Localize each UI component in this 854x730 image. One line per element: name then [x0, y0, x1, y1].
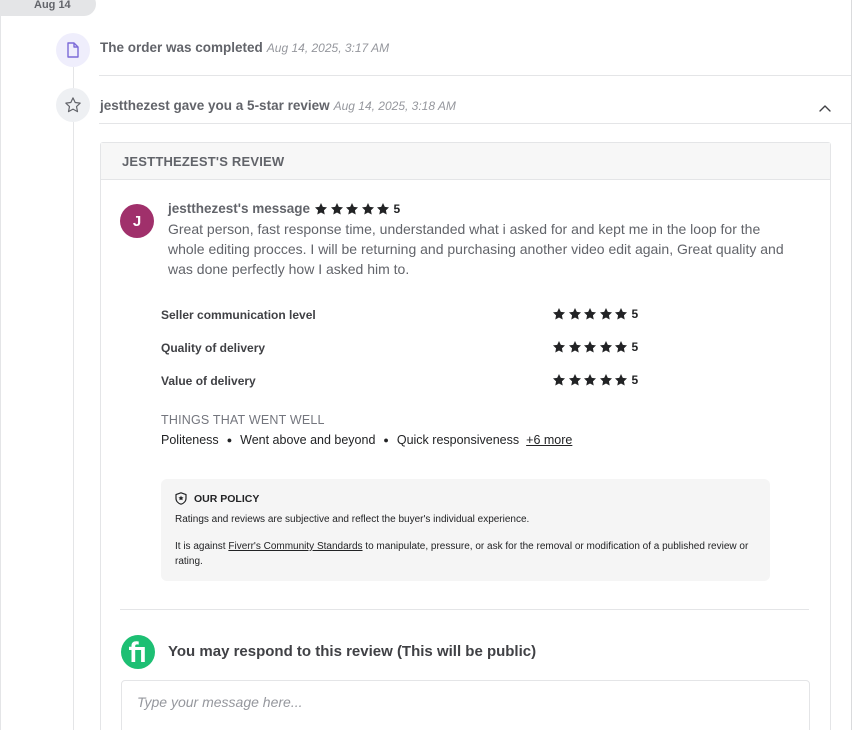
date-label: Aug 14 [34, 0, 71, 11]
policy-title-text: OUR POLICY [194, 492, 260, 505]
criteria-stars: 5 [552, 307, 638, 321]
date-separator: Aug 14 [0, 0, 96, 16]
criteria-stars: 5 [552, 373, 638, 387]
timeline-line [73, 66, 74, 730]
star-icon [376, 202, 390, 216]
policy-title: OUR POLICY [175, 492, 259, 505]
star-icon [583, 307, 597, 321]
criteria-rating: 5 [631, 373, 639, 387]
star-icon [568, 373, 582, 387]
star-icon [599, 307, 613, 321]
star-icon [314, 202, 328, 216]
went-well-list: Politeness ● Went above and beyond ● Qui… [161, 433, 572, 447]
criteria-rating: 5 [631, 340, 639, 354]
event-divider [99, 123, 851, 124]
policy-box: OUR POLICY Ratings and reviews are subje… [161, 479, 770, 581]
respond-title: You may respond to this review (This wil… [168, 643, 537, 660]
star-icon [552, 373, 566, 387]
event-timestamp: Aug 14, 2025, 3:18 AM [333, 99, 456, 113]
panel-left-border [0, 0, 1, 730]
event-order-completed: The order was completed Aug 14, 2025, 3:1… [100, 40, 389, 55]
avatar-initial: J [132, 212, 142, 230]
star-icon [568, 340, 582, 354]
policy-text: It is against Fiverr's Community Standar… [175, 539, 760, 569]
panel-right-border [851, 0, 852, 730]
star-icon [583, 373, 597, 387]
policy-text-before: It is against [175, 541, 229, 552]
went-well-item: Politeness [161, 433, 219, 447]
event-timestamp: Aug 14, 2025, 3:17 AM [266, 41, 390, 55]
fiverr-logo-icon [121, 635, 155, 669]
chevron-up-icon[interactable] [816, 100, 834, 116]
respond-divider [120, 609, 809, 610]
star-icon [599, 340, 613, 354]
reply-input[interactable] [121, 680, 810, 730]
star-icon [552, 340, 566, 354]
event-review-received: jestthezest gave you a 5-star review Aug … [100, 98, 456, 113]
bullet-separator: ● [383, 435, 389, 445]
star-outline-icon [56, 88, 90, 122]
criteria-rating: 5 [631, 307, 639, 321]
community-standards-link[interactable]: Fiverr's Community Standards [228, 541, 362, 552]
star-icon [614, 373, 628, 387]
star-icon [345, 202, 359, 216]
star-icon [361, 202, 375, 216]
star-icon [614, 307, 628, 321]
event-title: jestthezest gave you a 5-star review [100, 98, 330, 113]
went-well-title: THINGS THAT WENT WELL [161, 413, 325, 427]
star-icon [583, 340, 597, 354]
criteria-label: Seller communication level [161, 308, 316, 322]
overall-rating: 5 [393, 201, 401, 216]
went-well-item: Went above and beyond [240, 433, 376, 447]
bullet-separator: ● [226, 435, 233, 445]
event-divider [99, 75, 851, 76]
criteria-stars: 5 [552, 340, 638, 354]
review-card-header: JESTTHEZEST'S REVIEW [101, 143, 830, 180]
star-icon [614, 340, 628, 354]
show-more-link[interactable]: +6 more [526, 433, 572, 447]
star-icon [599, 373, 613, 387]
message-title: jestthezest's message [168, 201, 311, 216]
shield-icon [175, 492, 187, 505]
star-icon [568, 307, 582, 321]
message-header: jestthezest's message 5 [168, 201, 400, 216]
star-icon [330, 202, 344, 216]
star-icon [552, 307, 566, 321]
went-well-item: Quick responsiveness [396, 433, 520, 447]
criteria-label: Value of delivery [161, 374, 256, 388]
avatar[interactable]: J [120, 204, 154, 238]
event-title: The order was completed [100, 40, 263, 55]
policy-text: Ratings and reviews are subjective and r… [175, 514, 530, 525]
review-message: Great person, fast response time, unders… [168, 221, 784, 277]
overall-stars [314, 202, 392, 216]
document-icon [56, 33, 90, 67]
criteria-label: Quality of delivery [161, 341, 266, 355]
